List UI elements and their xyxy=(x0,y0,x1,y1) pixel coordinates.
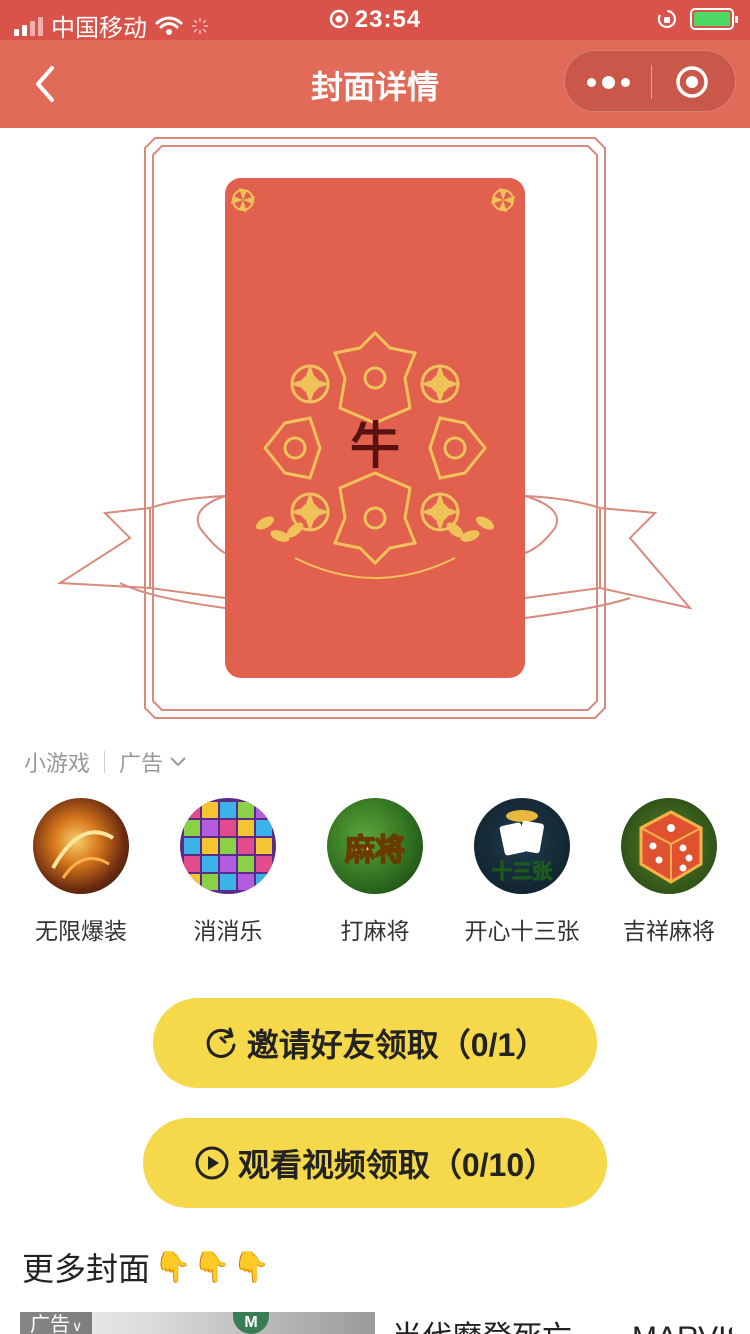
ad-label: 广告 xyxy=(119,751,164,776)
cover-item-title[interactable]: 当代摩登死亡——MARVIS xyxy=(392,1312,732,1334)
game-item[interactable]: 吉祥麻将 xyxy=(599,798,739,946)
status-bar: 中国移动 23:54 xyxy=(0,0,750,42)
chevron-down-icon xyxy=(170,757,186,767)
cards-icon: 十三张 xyxy=(474,798,570,894)
more-dot-icon xyxy=(601,75,615,89)
mini-games-list: 无限爆装 消消乐 麻将 打麻将 十三张 开心十三张 吉祥麻将 xyxy=(0,798,750,948)
play-icon xyxy=(195,1146,229,1180)
more-menu-button[interactable] xyxy=(565,51,651,113)
brand-badge: M xyxy=(233,1312,269,1334)
close-mini-program-button[interactable] xyxy=(649,51,735,113)
mini-games-label: 小游戏 xyxy=(24,751,91,776)
more-covers-header: 更多封面 👇👇👇 xyxy=(22,1244,272,1290)
watch-video-claim-button[interactable]: 观看视频领取（0/10） xyxy=(143,1118,607,1208)
game-name: 无限爆装 xyxy=(35,918,127,944)
battery-fill xyxy=(694,12,730,26)
more-dot-icon xyxy=(620,77,630,87)
game-name: 吉祥麻将 xyxy=(623,918,715,944)
invite-button-label: 邀请好友领取（0/1） xyxy=(246,1027,548,1063)
mahjong-icon: 麻将 xyxy=(327,798,423,894)
invite-friends-claim-button[interactable]: 邀请好友领取（0/1） xyxy=(153,998,597,1088)
dice-icon xyxy=(621,798,717,894)
ox-character: 牛 xyxy=(350,417,400,475)
status-right xyxy=(656,8,738,30)
mini-games-header: 小游戏 广告 xyxy=(24,746,187,778)
more-covers-title: 更多封面 xyxy=(22,1251,151,1287)
orientation-lock-icon xyxy=(657,9,676,29)
more-dot-icon xyxy=(586,77,596,87)
pointing-down-emoji: 👇👇👇 xyxy=(154,1250,273,1284)
ad-tag[interactable]: 广告 ∨ xyxy=(20,1312,93,1334)
nav-bar: 封面详情 xyxy=(0,40,750,128)
cover-thumbnail[interactable]: 广告 ∨ M xyxy=(20,1312,375,1334)
record-icon xyxy=(329,9,349,29)
status-time: 23:54 xyxy=(0,6,750,34)
game-item[interactable]: 无限爆装 xyxy=(11,798,151,946)
video-button-label: 观看视频领取（0/10） xyxy=(237,1147,557,1183)
time-label: 23:54 xyxy=(354,6,422,33)
label-divider xyxy=(104,751,106,773)
game-item[interactable]: 消消乐 xyxy=(158,798,298,946)
mahjong-icon-text: 麻将 xyxy=(345,833,405,868)
game-name: 打麻将 xyxy=(340,918,410,944)
cards-icon-text: 十三张 xyxy=(492,859,553,883)
mini-program-capsule xyxy=(564,50,736,112)
chevron-down-icon: ∨ xyxy=(72,1318,83,1334)
star-blocks-icon xyxy=(180,798,276,894)
game-name: 消消乐 xyxy=(193,918,263,944)
ad-menu-button[interactable]: 广告 xyxy=(119,746,187,778)
game-item[interactable]: 麻将 打麻将 xyxy=(305,798,445,946)
cover-preview: 牛 xyxy=(0,128,750,728)
game-name: 开心十三张 xyxy=(464,918,580,944)
ad-tag-label: 广告 xyxy=(30,1314,70,1334)
red-envelope-cover-card: 牛 xyxy=(225,178,525,678)
game-item[interactable]: 十三张 开心十三张 xyxy=(452,798,592,946)
battery-icon xyxy=(690,8,738,30)
target-close-icon xyxy=(676,66,708,98)
refresh-icon xyxy=(206,1027,236,1058)
fiery-warrior-icon xyxy=(33,798,129,894)
ox-ornament-illustration: 牛 xyxy=(231,188,515,579)
